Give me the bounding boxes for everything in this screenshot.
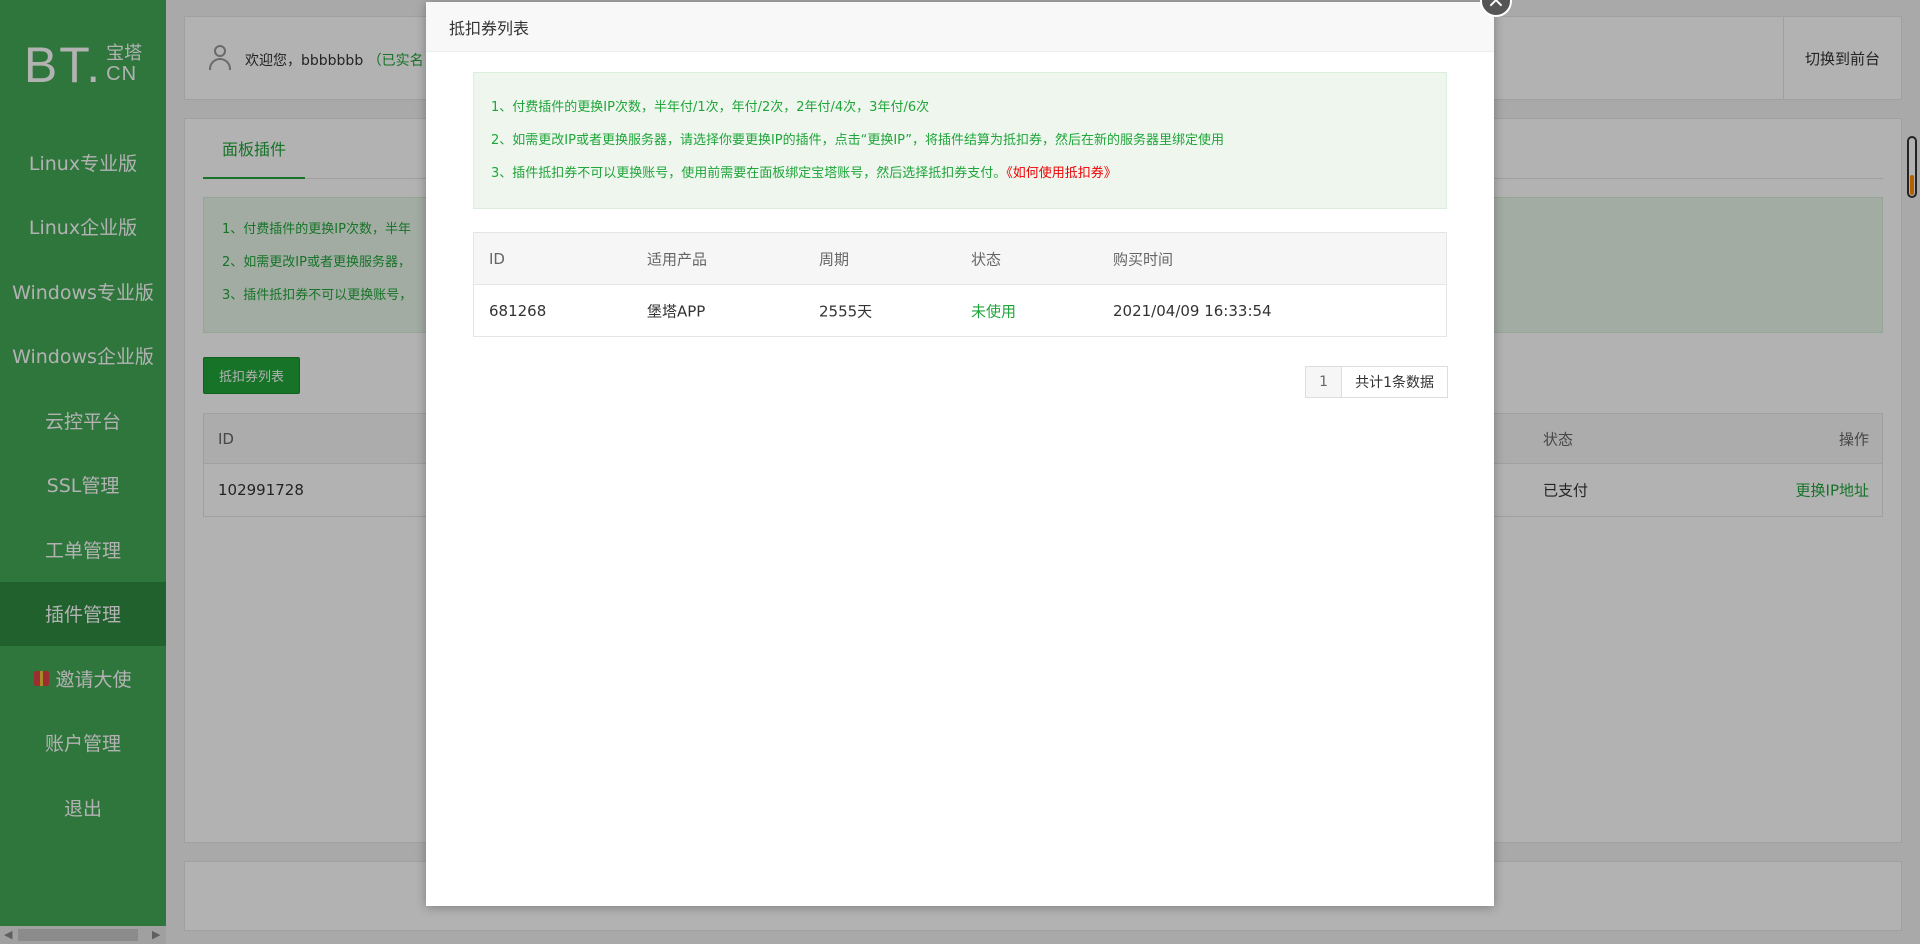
total-count: 共计1条数据	[1355, 375, 1434, 391]
cell-id: 681268	[489, 301, 547, 320]
header-purchase-time: 购买时间	[1113, 250, 1174, 268]
header-id: ID	[489, 249, 505, 268]
header-product: 适用产品	[647, 250, 708, 268]
cell-product: 堡塔APP	[647, 302, 706, 320]
header-period: 周期	[819, 250, 850, 268]
modal-title: 抵扣券列表	[449, 18, 530, 38]
notice-line: 3、插件抵扣券不可以更换账号，使用前需要在面板绑定宝塔账号，然后选择抵扣券支付。…	[491, 157, 1446, 190]
cell-period: 2555天	[819, 302, 873, 320]
voucher-table: ID 适用产品 周期 状态 购买时间 681268 堡塔APP 2555天 未使…	[473, 232, 1447, 337]
modal-header: 抵扣券列表	[426, 2, 1494, 52]
table-header: ID 适用产品 周期 状态 购买时间	[474, 233, 1446, 285]
header-status: 状态	[971, 250, 1002, 268]
voucher-list-modal: 抵扣券列表 × 1、付费插件的更换IP次数，半年付/1次，年付/2次，2年付/4…	[426, 0, 1512, 906]
cell-status: 未使用	[971, 302, 1017, 320]
notice-line: 1、付费插件的更换IP次数，半年付/1次，年付/2次，2年付/4次，3年付/6次	[491, 100, 930, 115]
notice-line: 2、如需更改IP或者更换服务器，请选择你要更换IP的插件，点击“更换IP”，将插…	[491, 133, 1225, 148]
page-button[interactable]: 1	[1306, 367, 1343, 397]
how-to-use-voucher-link[interactable]: 《如何使用抵扣券》	[1006, 166, 1117, 181]
cell-purchase-time: 2021/04/09 16:33:54	[1113, 301, 1272, 320]
modal-notice-box: 1、付费插件的更换IP次数，半年付/1次，年付/2次，2年付/4次，3年付/6次…	[473, 72, 1447, 209]
pagination: 1 共计1条数据	[1305, 366, 1448, 398]
table-row: 681268 堡塔APP 2555天 未使用 2021/04/09 16:33:…	[474, 285, 1446, 336]
notice-text: 3、插件抵扣券不可以更换账号，使用前需要在面板绑定宝塔账号，然后选择抵扣券支付。	[491, 166, 1007, 181]
